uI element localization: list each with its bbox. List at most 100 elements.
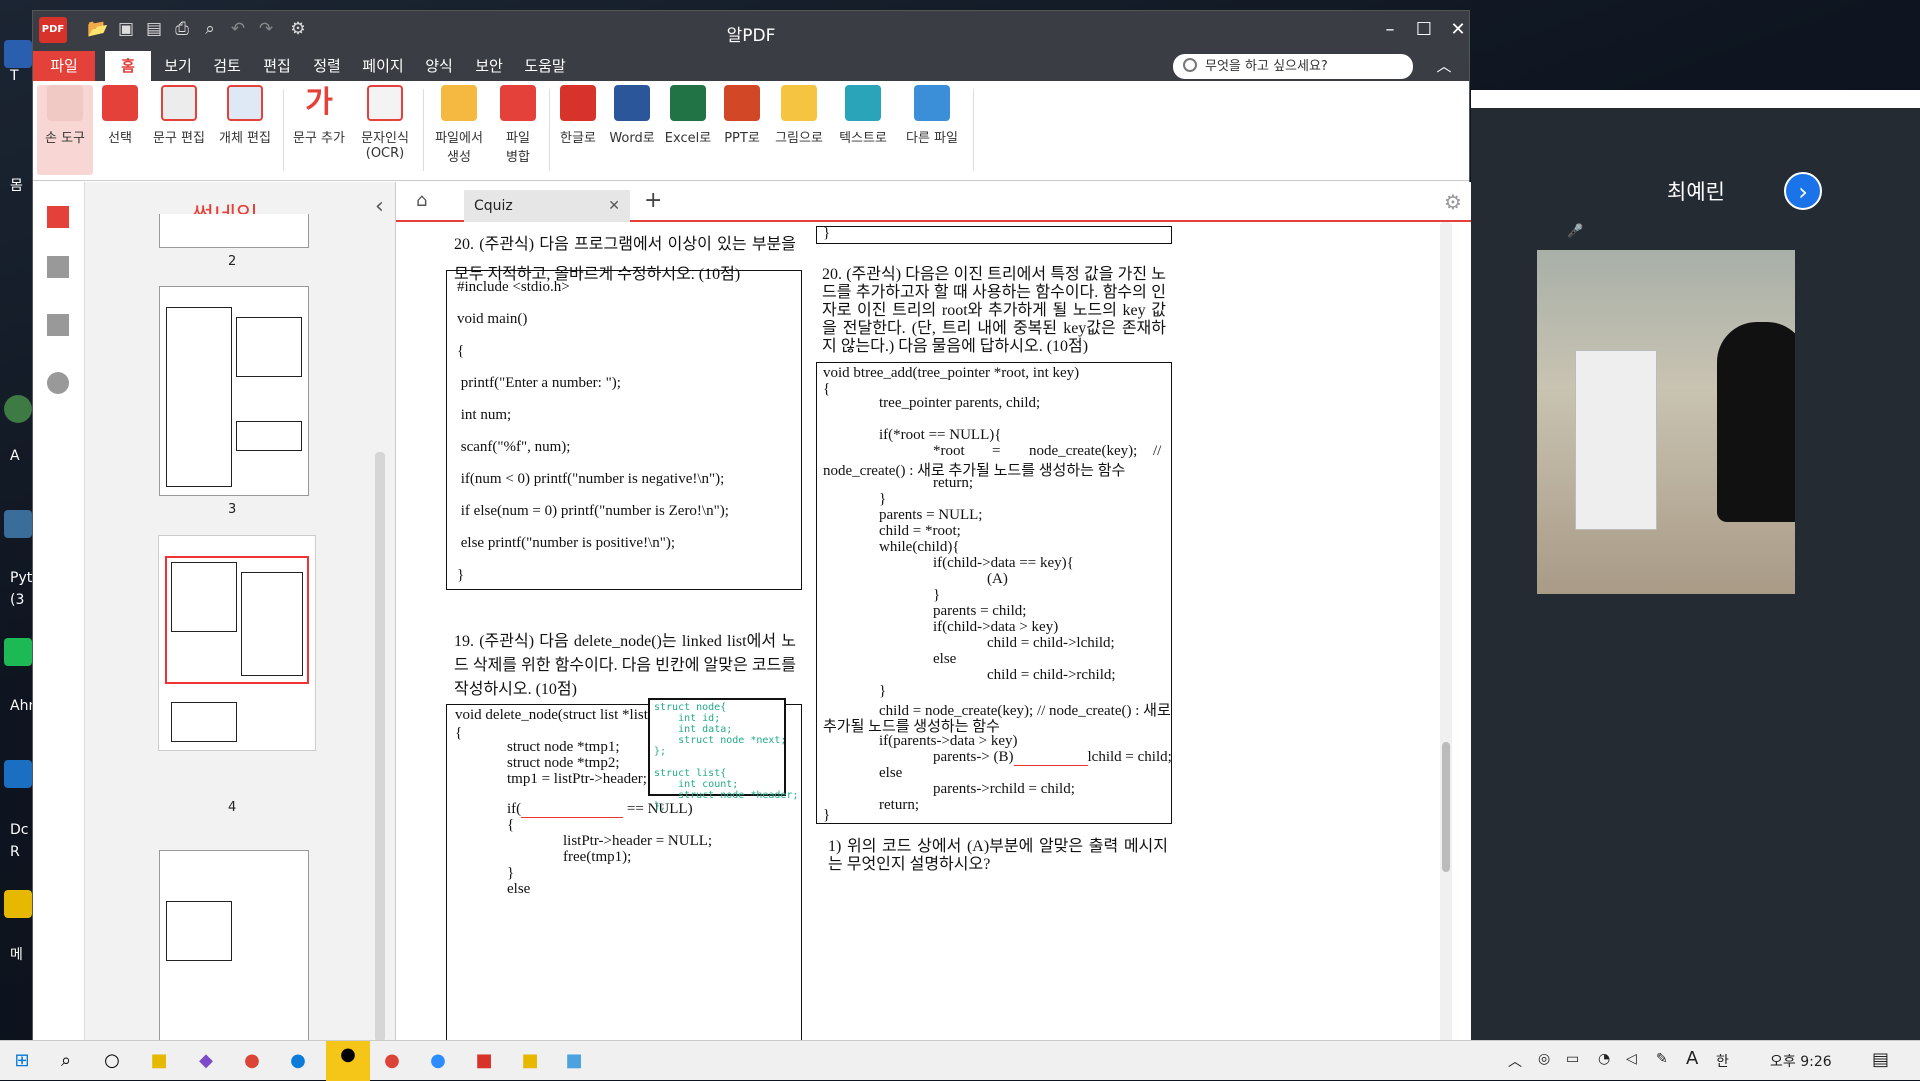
start-icon[interactable]: ⊞ [8, 1047, 36, 1075]
app-taskbar-icon[interactable]: ■ [560, 1047, 588, 1075]
pen-icon[interactable]: ✎ [1656, 1051, 1668, 1067]
code-line: *root [933, 443, 965, 459]
to-word-button[interactable]: Word로 [605, 85, 659, 175]
page-thumbnail[interactable] [159, 850, 309, 1042]
blank-underline [1013, 750, 1088, 766]
code-line: child = child->lchild; [987, 635, 1115, 651]
participant-video [1537, 250, 1795, 594]
wifi-icon[interactable]: ◔ [1598, 1051, 1610, 1067]
desktop-shortcut-icon[interactable] [4, 760, 32, 788]
object-edit-button[interactable]: 개체 편집 [213, 85, 277, 175]
code-line: { [823, 381, 831, 397]
minimize-button[interactable]: – [1373, 15, 1407, 45]
zoom-icon[interactable]: ● [424, 1047, 452, 1075]
desktop-label: 몸 [10, 178, 23, 194]
tab-file[interactable]: 파일 [33, 51, 95, 81]
tab-form[interactable]: 양식 [415, 51, 463, 81]
add-text-button[interactable]: 가 문구 추가 [287, 85, 351, 175]
tab-review[interactable]: 검토 [203, 51, 251, 81]
document-scrollbar-track[interactable] [1440, 222, 1452, 1042]
code-line: if(num < 0) printf("number is negative!\… [457, 471, 725, 487]
comment-icon[interactable] [47, 314, 69, 336]
alpdf-taskbar-icon[interactable]: ■ [470, 1047, 498, 1075]
close-tab-icon[interactable]: ✕ [608, 190, 620, 222]
page-thumbnail[interactable] [159, 286, 309, 496]
folder-taskbar-icon[interactable]: ■ [516, 1047, 544, 1075]
search-doc-icon[interactable] [47, 372, 69, 394]
desktop-label: Pyt [10, 570, 33, 586]
thumbnail-content [166, 901, 232, 961]
maximize-button[interactable]: ☐ [1407, 15, 1441, 45]
python-icon[interactable] [4, 510, 32, 538]
to-excel-button[interactable]: Excel로 [661, 85, 715, 175]
tab-page[interactable]: 페이지 [353, 51, 413, 81]
visual-studio-icon[interactable]: ◆ [192, 1047, 220, 1075]
settings-gear-icon[interactable]: ⚙ [1444, 190, 1462, 214]
desktop-shortcut-icon[interactable] [4, 40, 32, 68]
chrome-icon[interactable]: ● [238, 1047, 266, 1075]
page-thumbnail-selected[interactable] [159, 536, 315, 750]
code-line: node_create() : 새로 추가될 노드를 생성하는 함수 [823, 463, 1126, 479]
thumbnail-scrollbar[interactable] [375, 452, 385, 1042]
meet-now-icon[interactable]: ◎ [1538, 1051, 1550, 1067]
document-scrollbar-thumb[interactable] [1442, 742, 1450, 872]
code-line: tmp1 = listPtr->header; [507, 771, 647, 787]
battery-icon[interactable]: ▭ [1566, 1051, 1579, 1067]
tab-help[interactable]: 도움말 [515, 51, 575, 81]
bookmark-icon[interactable] [47, 256, 69, 278]
code-box-top: } [816, 225, 1172, 244]
volume-icon[interactable]: ◁ [1626, 1051, 1637, 1067]
ime-indicator[interactable]: 한 [1716, 1051, 1729, 1071]
tray-expand-icon[interactable]: ︿ [1508, 1051, 1522, 1071]
kakaotalk-icon[interactable]: ● [326, 1041, 370, 1081]
to-other-file-button[interactable]: 다른 파일 [897, 85, 967, 175]
tab-edit[interactable]: 편집 [253, 51, 301, 81]
participant-name: 최예린 [1667, 180, 1725, 204]
to-hwp-button[interactable]: 한글로 [553, 85, 603, 175]
clock[interactable]: 오후 9:26 [1770, 1051, 1832, 1071]
file-explorer-icon[interactable]: ■ [145, 1047, 173, 1075]
code-line: } [879, 491, 887, 507]
font-icon[interactable]: A [1686, 1048, 1698, 1069]
document-tab[interactable]: Cquiz ✕ [464, 190, 630, 222]
tab-security[interactable]: 보안 [465, 51, 513, 81]
folder-icon[interactable] [4, 890, 32, 918]
chrome-icon-2[interactable]: ● [378, 1047, 406, 1075]
create-from-file-button[interactable]: 파일에서 생성 [427, 85, 491, 175]
code-line: } [823, 807, 831, 823]
collapse-ribbon-icon[interactable]: ︿ [1429, 51, 1459, 81]
hand-tool-button[interactable]: 손 도구 [37, 85, 93, 175]
desktop-shortcut-icon[interactable] [4, 638, 32, 666]
to-image-button[interactable]: 그림으로 [769, 85, 829, 175]
code-line: tree_pointer parents, child; [879, 395, 1041, 411]
new-tab-icon[interactable]: + [644, 188, 662, 213]
desktop-shortcut-icon[interactable] [4, 395, 32, 423]
page-thumbnail[interactable] [159, 214, 309, 248]
text-edit-button[interactable]: 문구 편집 [147, 85, 211, 175]
merge-files-button[interactable]: 파일 병합 [493, 85, 543, 175]
tab-view[interactable]: 보기 [155, 51, 201, 81]
collapse-panel-icon[interactable]: ‹ [375, 194, 384, 219]
tab-arrange[interactable]: 정렬 [303, 51, 351, 81]
code-line: } [879, 683, 887, 699]
to-ppt-button[interactable]: PPT로 [717, 85, 767, 175]
next-page-arrow-icon[interactable]: › [1784, 172, 1822, 210]
ribbon-label: Word로 [609, 131, 655, 146]
edge-icon[interactable]: ● [284, 1047, 312, 1075]
desktop-label: Dc [10, 822, 29, 838]
tab-home[interactable]: 홈 [105, 51, 151, 81]
home-icon[interactable]: ⌂ [416, 190, 427, 211]
task-view-icon[interactable]: ○ [98, 1047, 126, 1075]
thumbnail-view-icon[interactable] [47, 206, 69, 228]
search-input[interactable]: 무엇을 하고 싶으세요? [1173, 54, 1413, 79]
ribbon-separator [423, 89, 424, 171]
code-line: { [455, 725, 463, 741]
to-text-button[interactable]: 텍스트로 [831, 85, 895, 175]
title-bar: PDF 📂 ▣ ▤ ⎙ ⌕ ↶ ↷ ⚙ 알PDF – ☐ ✕ [33, 11, 1469, 51]
close-button[interactable]: ✕ [1441, 15, 1475, 45]
thumbnail-panel: 썸네일 ‹ 2 3 4 [85, 182, 395, 1042]
notification-icon[interactable]: ▤ [1872, 1049, 1889, 1070]
select-button[interactable]: 선택 [95, 85, 145, 175]
search-icon[interactable]: ⌕ [52, 1047, 80, 1075]
ocr-button[interactable]: 문자인식 (OCR) [353, 85, 417, 175]
